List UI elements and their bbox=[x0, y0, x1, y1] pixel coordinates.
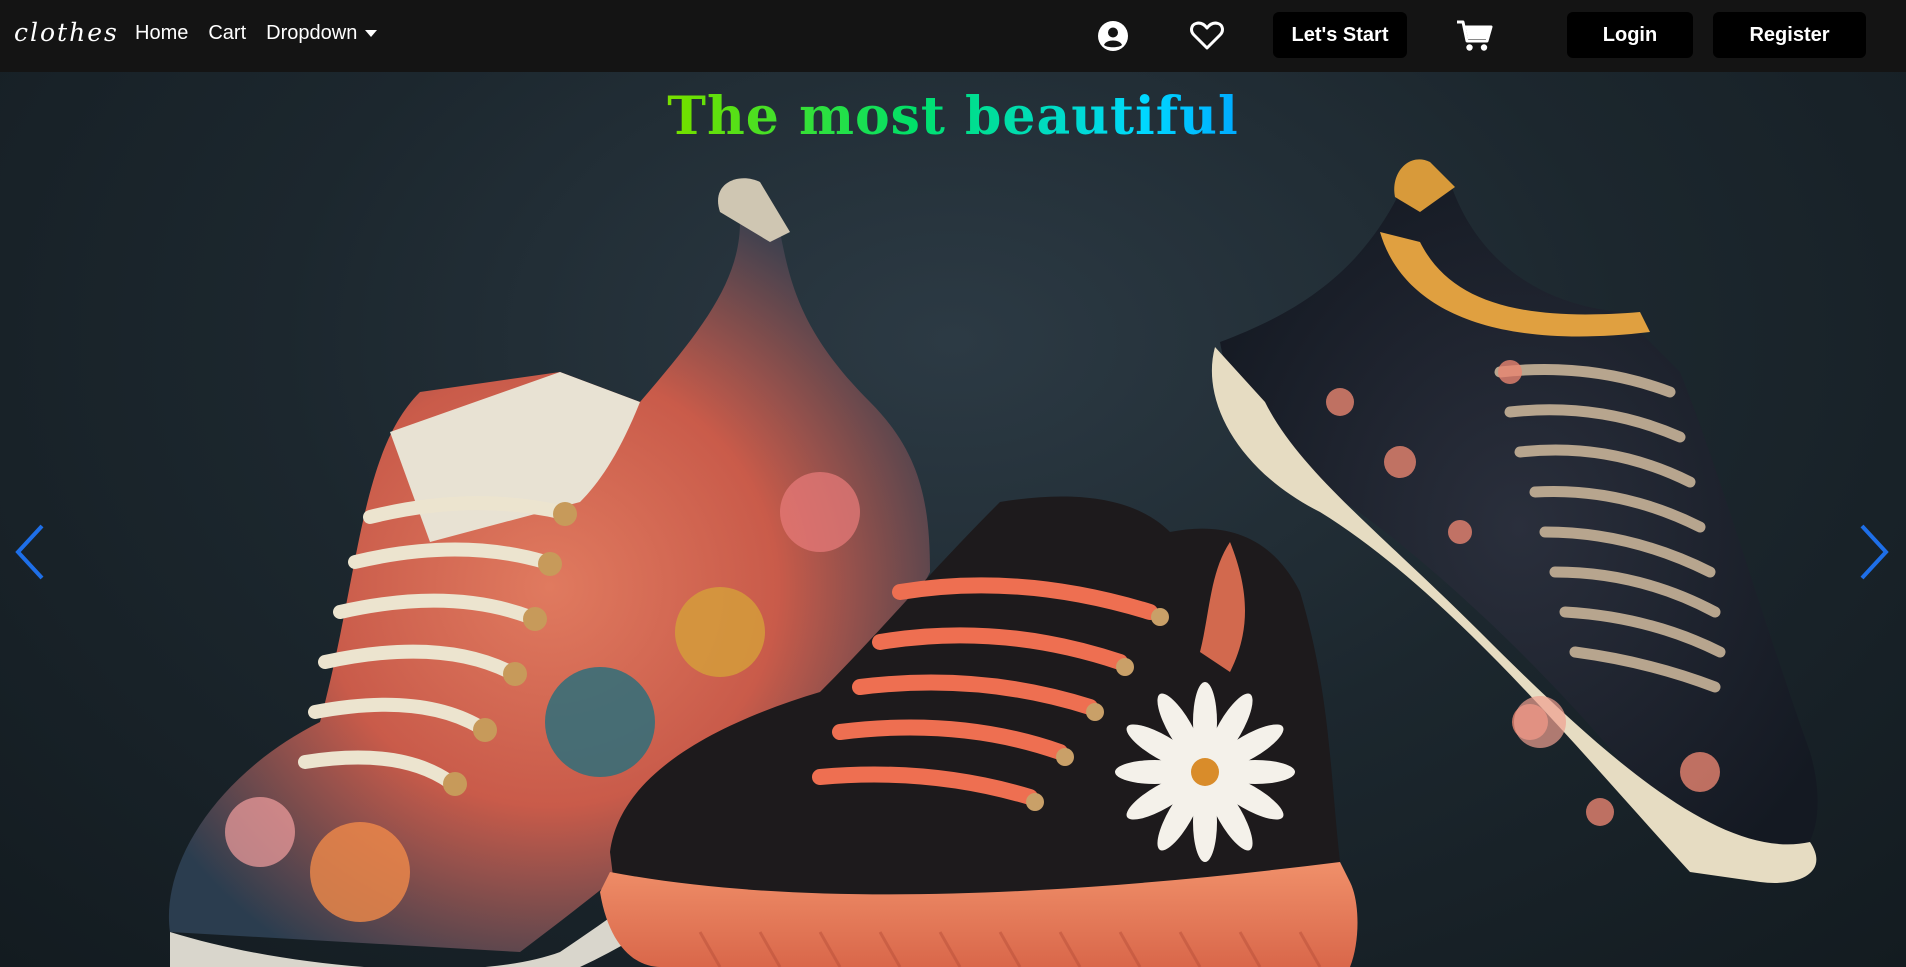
chevron-right-icon[interactable] bbox=[1856, 522, 1892, 582]
hero-headline: The most beautiful bbox=[0, 86, 1906, 147]
cart-button[interactable] bbox=[1455, 18, 1495, 54]
heart-icon bbox=[1190, 21, 1224, 50]
login-button[interactable]: Login bbox=[1567, 12, 1693, 58]
brand-logo[interactable]: clothes bbox=[14, 18, 119, 47]
cart-icon bbox=[1457, 20, 1493, 51]
wishlist-button[interactable] bbox=[1189, 18, 1225, 54]
lets-start-button[interactable]: Let's Start bbox=[1273, 12, 1407, 58]
top-navbar: clothes Home Cart Dropdown Let's Start L… bbox=[0, 0, 1906, 72]
nav-dropdown-label: Dropdown bbox=[266, 22, 358, 44]
nav-home-link[interactable]: Home bbox=[135, 22, 188, 45]
nav-dropdown-toggle[interactable]: Dropdown bbox=[266, 22, 378, 45]
chevron-down-icon bbox=[365, 30, 378, 38]
nav-cart-link[interactable]: Cart bbox=[208, 22, 246, 45]
user-circle-icon bbox=[1098, 21, 1128, 51]
account-button[interactable] bbox=[1095, 18, 1131, 54]
hero-carousel: The most beautiful bbox=[0, 72, 1906, 967]
chevron-left-icon[interactable] bbox=[12, 522, 48, 582]
hero-shoes-image bbox=[168, 159, 1818, 967]
nav-links: Home Cart Dropdown bbox=[135, 22, 378, 45]
register-button[interactable]: Register bbox=[1713, 12, 1866, 58]
